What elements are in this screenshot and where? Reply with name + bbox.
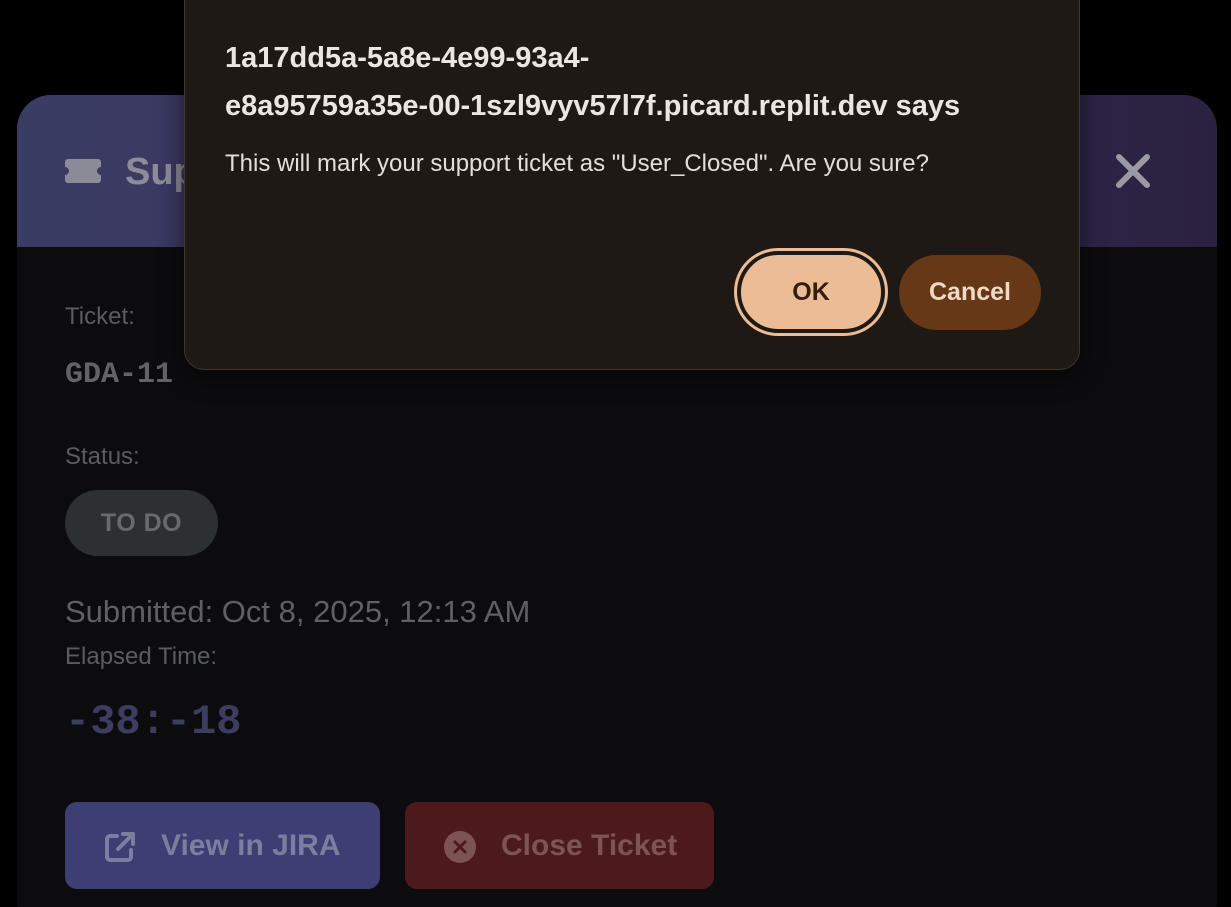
close-icon[interactable]	[1113, 151, 1153, 191]
external-link-icon	[105, 832, 135, 862]
status-badge: TO DO	[65, 490, 218, 556]
status-label: Status:	[65, 443, 140, 470]
ticket-label: Ticket:	[65, 303, 135, 330]
ticket-icon	[65, 159, 101, 183]
submitted-date: Submitted: Oct 8, 2025, 12:13 AM	[65, 594, 531, 629]
dialog-title: 1a17dd5a-5a8e-4e99-93a4- e8a95759a35e-00…	[225, 34, 1025, 130]
cancel-button[interactable]: Cancel	[899, 255, 1041, 330]
ticket-id: GDA-11	[65, 358, 174, 392]
close-ticket-label: Close Ticket	[501, 829, 678, 862]
elapsed-time-value: -38:-18	[65, 698, 242, 746]
view-in-jira-button[interactable]: View in JIRA	[65, 802, 380, 889]
elapsed-time-label: Elapsed Time:	[65, 643, 218, 670]
dialog-title-line-1: 1a17dd5a-5a8e-4e99-93a4-	[225, 42, 590, 74]
view-in-jira-label: View in JIRA	[161, 829, 341, 862]
ok-button[interactable]: OK	[734, 248, 888, 336]
screen: Sup Ticket: GDA-11 Status: TO DO Submitt…	[0, 0, 1231, 907]
confirm-dialog: 1a17dd5a-5a8e-4e99-93a4- e8a95759a35e-00…	[184, 0, 1080, 370]
dialog-message: This will mark your support ticket as "U…	[225, 150, 929, 177]
x-circle-icon	[444, 831, 476, 863]
dialog-title-line-2: e8a95759a35e-00-1szl9vyv57l7f.picard.rep…	[225, 90, 961, 122]
close-ticket-button[interactable]: Close Ticket	[405, 802, 714, 889]
